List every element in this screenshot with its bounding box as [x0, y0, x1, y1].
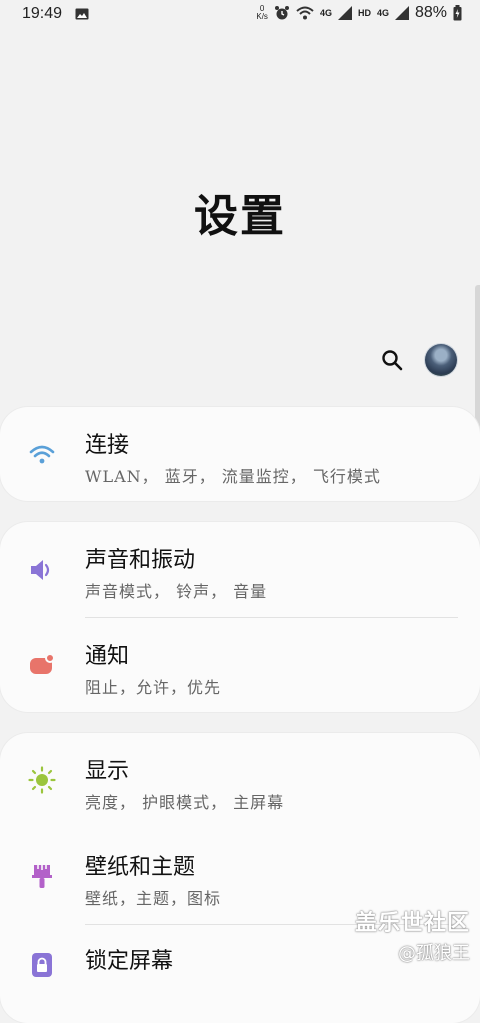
- wifi-icon: [29, 445, 55, 464]
- page-title: 设置: [194, 191, 286, 242]
- brush-icon: [32, 865, 52, 888]
- settings-item-title: 连接: [85, 433, 130, 458]
- search-icon[interactable]: [380, 348, 404, 372]
- watermark-sub: @孤狼王: [398, 943, 470, 964]
- lock-icon: [32, 953, 52, 977]
- settings-item-title: 壁纸和主题: [85, 855, 196, 880]
- watermark-main: 盖乐世社区: [354, 911, 470, 936]
- settings-item-title: 显示: [85, 759, 130, 784]
- settings-card-connections: 连接 WLAN， 蓝牙， 流量监控， 飞行模式: [0, 407, 480, 501]
- settings-item-subtitle: WLAN， 蓝牙， 流量监控， 飞行模式: [85, 467, 381, 486]
- signal-icon: [394, 6, 409, 20]
- status-time: 19:49: [22, 5, 63, 22]
- settings-item-display[interactable]: 显示 亮度， 护眼模式， 主屏幕: [0, 733, 480, 828]
- avatar[interactable]: [425, 344, 457, 376]
- brightness-icon: [28, 766, 56, 794]
- signal-icon: [337, 6, 352, 20]
- settings-item-subtitle: 亮度， 护眼模式， 主屏幕: [85, 793, 285, 812]
- settings-item-sound[interactable]: 声音和振动 声音模式， 铃声， 音量: [0, 522, 480, 617]
- status-icons: 0 K/s 4G HD 4G 88%: [256, 4, 462, 22]
- watermark: 盖乐世社区 @孤狼王: [355, 905, 470, 965]
- speaker-icon: [31, 560, 50, 580]
- settings-card-display: 显示 亮度， 护眼模式， 主屏幕 壁纸和主题 壁纸，主题，图标 锁定屏幕: [0, 733, 480, 1023]
- settings-item-connections[interactable]: 连接 WLAN， 蓝牙， 流量监控， 飞行模式: [0, 407, 480, 501]
- battery-icon: [453, 5, 462, 21]
- hd-label: HD: [357, 8, 371, 18]
- settings-item-subtitle: 阻止，允许，优先: [85, 678, 222, 697]
- image-icon: [75, 8, 89, 20]
- network-type-label: 4G: [319, 8, 332, 18]
- network-type-label-2: 4G: [376, 8, 389, 18]
- status-bar: 19:49 0 K/s 4G HD 4G 88%: [0, 0, 480, 30]
- wifi-icon: [296, 6, 314, 20]
- battery-percent: 88%: [414, 4, 447, 21]
- settings-item-subtitle: 声音模式， 铃声， 音量: [85, 582, 268, 601]
- notification-icon: [30, 653, 55, 674]
- settings-item-title: 声音和振动: [85, 548, 196, 573]
- settings-item-title: 锁定屏幕: [85, 949, 174, 974]
- alarm-icon: [274, 6, 289, 20]
- settings-item-notifications[interactable]: 通知 阻止，允许，优先: [0, 618, 480, 712]
- settings-item-title: 通知: [85, 644, 130, 669]
- settings-item-subtitle: 壁纸，主题，图标: [85, 889, 222, 908]
- network-speed: 0 K/s: [256, 4, 268, 21]
- settings-card-sound: 声音和振动 声音模式， 铃声， 音量 通知 阻止，允许，优先: [0, 522, 480, 712]
